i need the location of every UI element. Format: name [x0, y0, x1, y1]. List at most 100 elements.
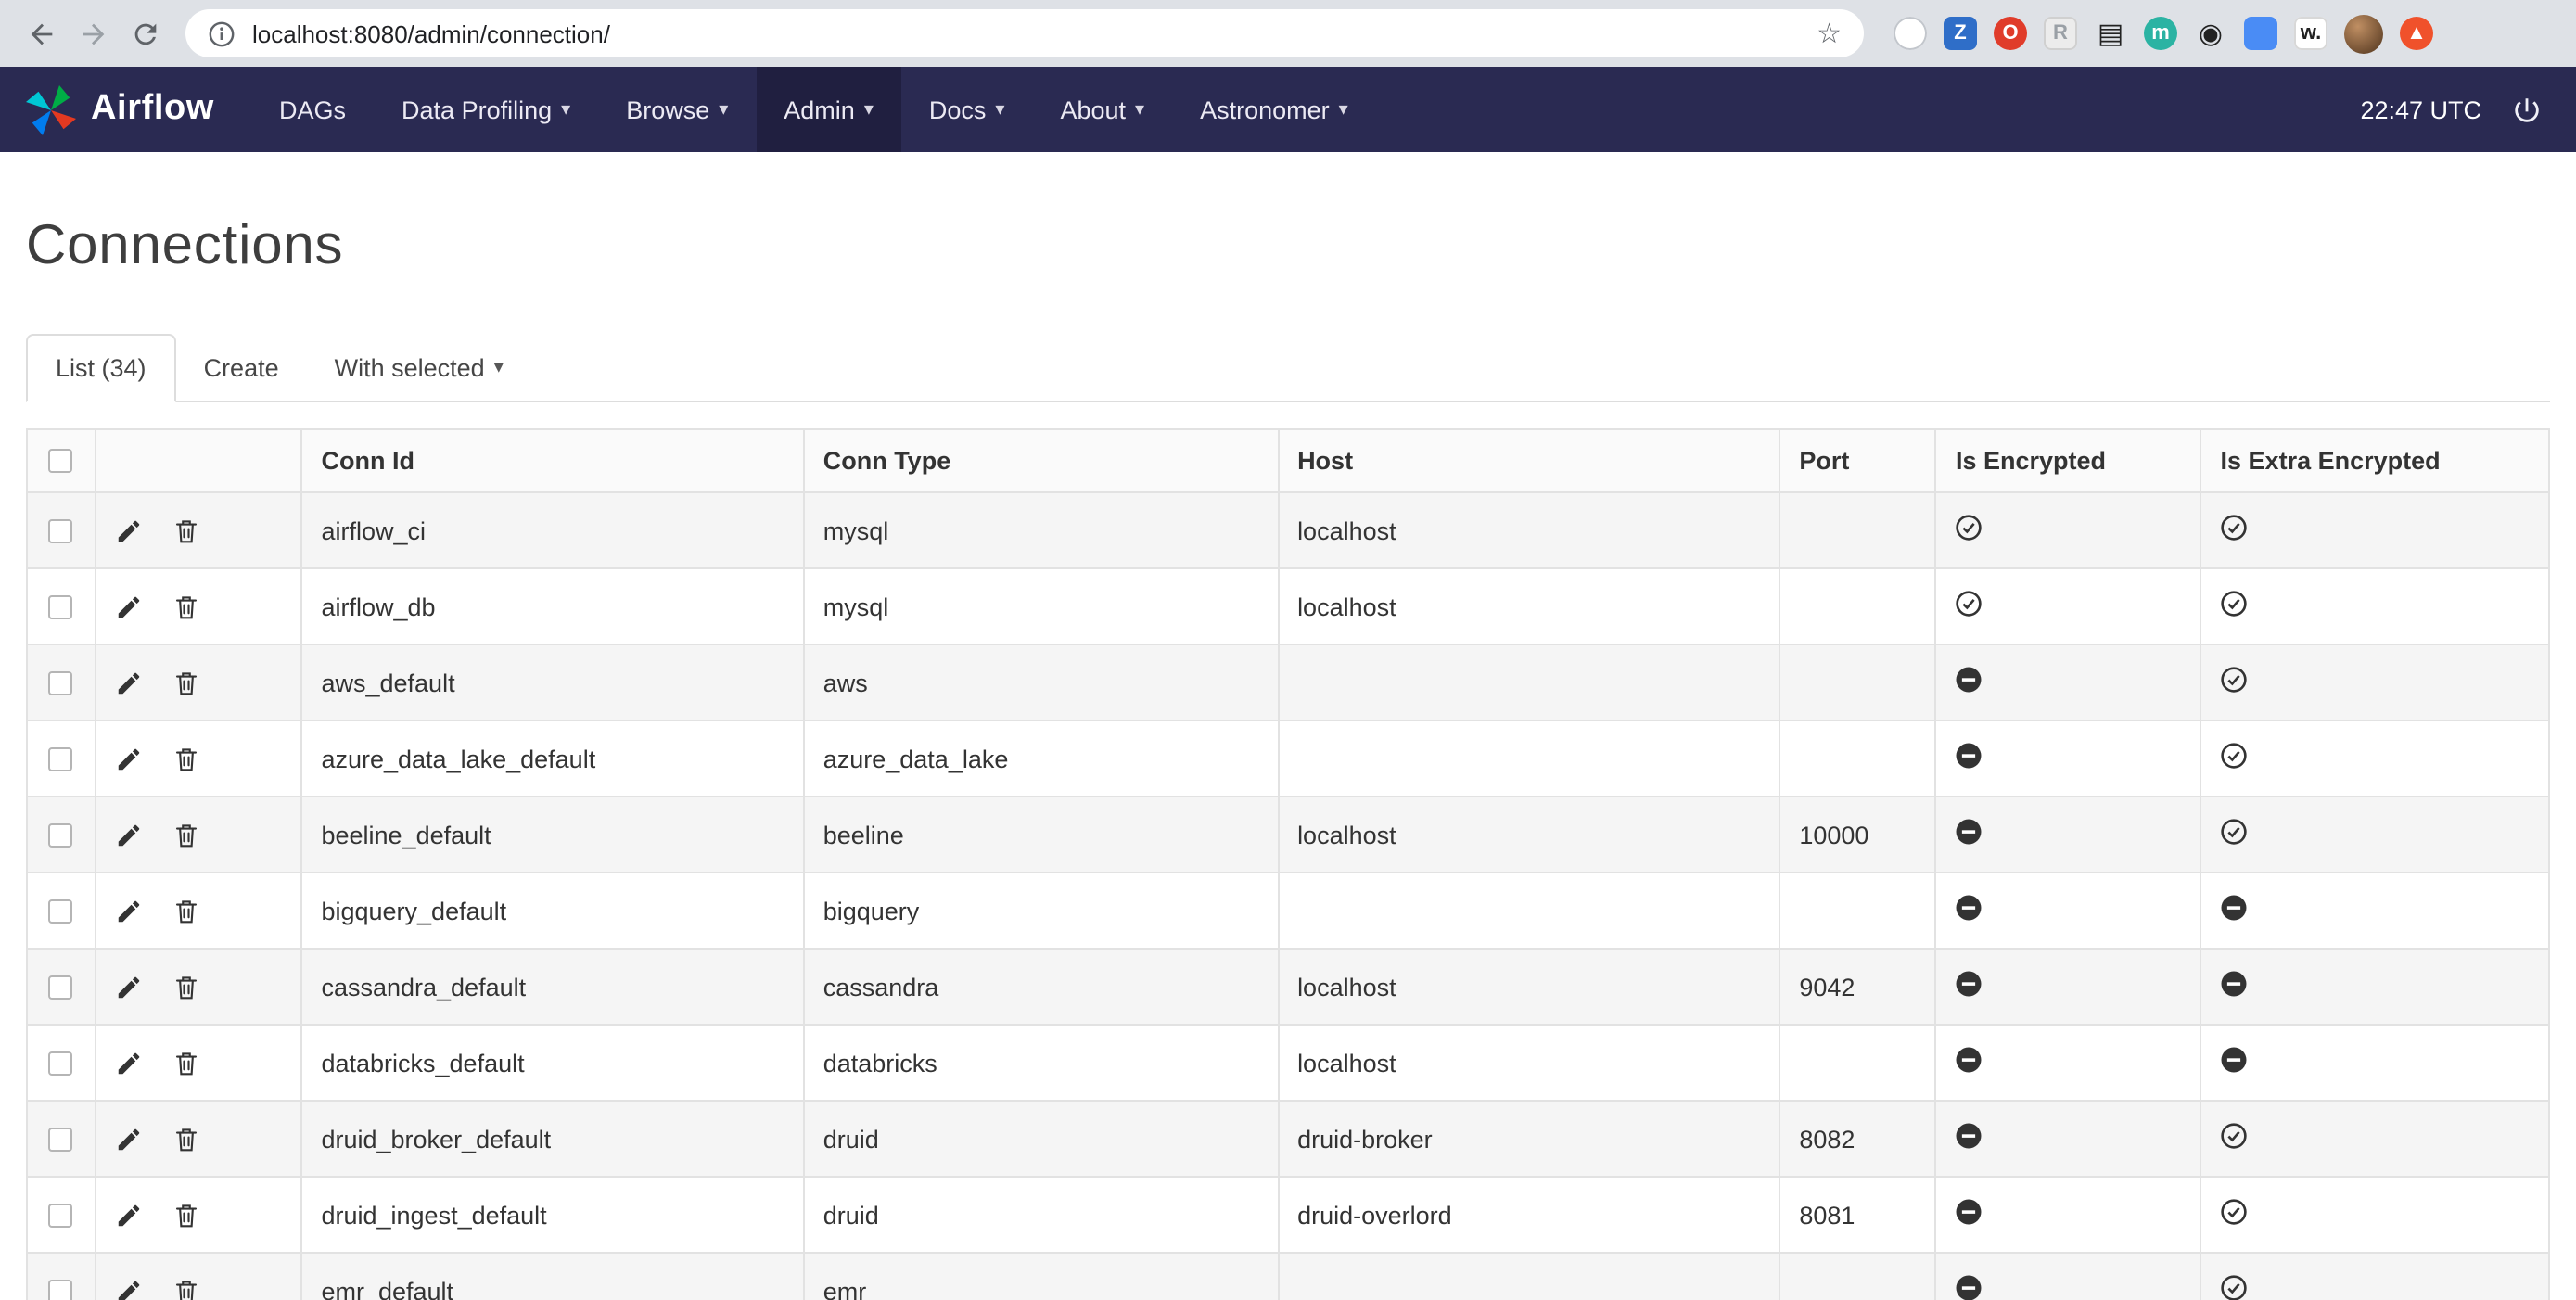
cell-port [1779, 644, 1936, 720]
profile-avatar[interactable] [2344, 14, 2383, 53]
edit-pencil-icon[interactable] [114, 1050, 142, 1077]
row-checkbox[interactable] [49, 975, 73, 999]
cell-is-extra-encrypted [2201, 644, 2549, 720]
row-checkbox[interactable] [49, 899, 73, 923]
tab-list[interactable]: List (34) [26, 334, 176, 402]
nav-item-about[interactable]: About▾ [1032, 67, 1172, 152]
extension-orange-icon[interactable]: ▲ [2400, 17, 2433, 50]
delete-trash-icon[interactable] [173, 898, 201, 925]
delete-trash-icon[interactable] [173, 1278, 201, 1300]
minus-circle-icon [1956, 666, 1983, 694]
edit-pencil-icon[interactable] [114, 822, 142, 849]
extension-w-icon[interactable]: w. [2294, 17, 2327, 50]
url-text[interactable]: localhost:8080/admin/connection/ [252, 19, 610, 47]
row-checkbox[interactable] [49, 1203, 73, 1227]
airflow-brand[interactable]: Airflow [26, 67, 214, 152]
chevron-down-icon: ▾ [719, 99, 728, 120]
delete-trash-icon[interactable] [173, 974, 201, 1001]
row-checkbox[interactable] [49, 822, 73, 847]
edit-pencil-icon[interactable] [114, 1126, 142, 1153]
row-checkbox[interactable] [49, 746, 73, 771]
check-circle-icon [1956, 514, 1983, 542]
row-checkbox[interactable] [49, 518, 73, 542]
check-circle-icon [2221, 1274, 2249, 1300]
edit-pencil-icon[interactable] [114, 669, 142, 697]
cell-port [1779, 873, 1936, 949]
row-checkbox[interactable] [49, 1279, 73, 1300]
delete-trash-icon[interactable] [173, 746, 201, 773]
tab-list-label: List (34) [56, 354, 147, 382]
cell-host: druid-overlord [1278, 1177, 1779, 1253]
nav-item-astronomer[interactable]: Astronomer▾ [1172, 67, 1376, 152]
browser-forward-icon[interactable] [74, 15, 111, 52]
extension-lens-icon[interactable] [1894, 17, 1927, 50]
extension-stack-icon[interactable]: ▤ [2094, 17, 2127, 50]
check-circle-icon [2221, 666, 2249, 694]
column-header-is-extra-encrypted: Is Extra Encrypted [2201, 429, 2549, 492]
row-checkbox[interactable] [49, 670, 73, 695]
edit-pencil-icon[interactable] [114, 974, 142, 1001]
cell-is-encrypted [1936, 797, 2201, 873]
tab-create[interactable]: Create [176, 336, 307, 401]
delete-trash-icon[interactable] [173, 669, 201, 697]
cell-port [1779, 1025, 1936, 1101]
edit-pencil-icon[interactable] [114, 898, 142, 925]
delete-trash-icon[interactable] [173, 1050, 201, 1077]
nav-item-docs[interactable]: Docs▾ [901, 67, 1033, 152]
cell-host: localhost [1278, 797, 1779, 873]
edit-pencil-icon[interactable] [114, 746, 142, 773]
delete-trash-icon[interactable] [173, 1202, 201, 1230]
cell-conn-type: mysql [804, 568, 1278, 644]
delete-trash-icon[interactable] [173, 517, 201, 545]
extension-z-icon[interactable]: Z [1944, 17, 1977, 50]
cell-conn-type: databricks [804, 1025, 1278, 1101]
row-checkbox[interactable] [49, 594, 73, 618]
select-all-checkbox[interactable] [49, 449, 73, 473]
extension-m-icon[interactable]: m [2144, 17, 2177, 50]
row-checkbox[interactable] [49, 1127, 73, 1151]
with-selected-label: With selected [335, 354, 485, 382]
actions-column-header [95, 429, 301, 492]
extension-blue-icon[interactable] [2244, 17, 2277, 50]
cell-host [1278, 873, 1779, 949]
extension-camera-icon[interactable]: ◉ [2194, 17, 2227, 50]
column-header-conn-id: Conn Id [301, 429, 803, 492]
cell-host: localhost [1278, 568, 1779, 644]
nav-item-browse[interactable]: Browse▾ [598, 67, 756, 152]
airflow-navbar: Airflow DAGsData Profiling▾Browse▾Admin▾… [0, 67, 2576, 152]
url-bar[interactable]: localhost:8080/admin/connection/ ☆ [185, 9, 1864, 57]
cell-is-encrypted [1936, 1025, 2201, 1101]
check-circle-icon [2221, 1122, 2249, 1150]
edit-pencil-icon[interactable] [114, 593, 142, 621]
cell-host: localhost [1278, 492, 1779, 568]
check-circle-icon [2221, 1198, 2249, 1226]
power-icon[interactable] [2511, 94, 2543, 125]
nav-item-admin[interactable]: Admin▾ [756, 67, 901, 152]
browser-back-icon[interactable] [22, 15, 59, 52]
delete-trash-icon[interactable] [173, 593, 201, 621]
nav-item-data-profiling[interactable]: Data Profiling▾ [374, 67, 598, 152]
delete-trash-icon[interactable] [173, 1126, 201, 1153]
connections-table-body: airflow_ci mysql localhost [27, 492, 2549, 1300]
info-icon[interactable] [208, 19, 236, 47]
delete-trash-icon[interactable] [173, 822, 201, 849]
nav-item-label: About [1060, 96, 1126, 123]
browser-reload-icon[interactable] [126, 15, 163, 52]
edit-pencil-icon[interactable] [114, 1202, 142, 1230]
cell-host [1278, 1253, 1779, 1300]
bookmark-star-icon[interactable]: ☆ [1817, 17, 1842, 50]
check-circle-icon [2221, 514, 2249, 542]
minus-circle-icon [2221, 894, 2249, 922]
table-row: airflow_ci mysql localhost [27, 492, 2549, 568]
row-checkbox[interactable] [49, 1051, 73, 1075]
table-header-row: Conn Id Conn Type Host Port Is Encrypted… [27, 429, 2549, 492]
cell-is-extra-encrypted [2201, 1025, 2549, 1101]
nav-item-dags[interactable]: DAGs [251, 67, 374, 152]
edit-pencil-icon[interactable] [114, 517, 142, 545]
edit-pencil-icon[interactable] [114, 1278, 142, 1300]
extension-r-icon[interactable]: R [2044, 17, 2077, 50]
with-selected-dropdown[interactable]: With selected ▾ [307, 336, 531, 401]
extension-o-icon[interactable]: O [1994, 17, 2027, 50]
table-row: databricks_default databricks localhost [27, 1025, 2549, 1101]
chevron-down-icon: ▾ [1339, 99, 1348, 120]
